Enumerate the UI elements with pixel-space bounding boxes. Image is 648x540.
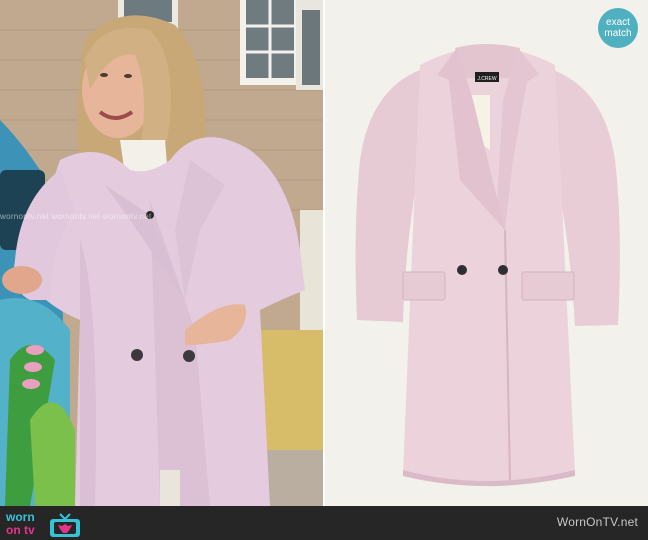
tv-icon [44, 512, 86, 538]
worn-on-tv-logo[interactable]: worn on tv [6, 510, 86, 538]
exact-match-badge: exact match [598, 8, 638, 48]
person-photo: wornontv.net wornontv.net wornontv.net [0, 0, 323, 506]
watermark-text: wornontv.net wornontv.net wornontv.net [0, 212, 152, 221]
coat-brand-label: J.CREW [477, 76, 496, 82]
footer-bar: worn on tv WornOnTV.net [0, 506, 648, 540]
logo-word-worn: worn [6, 510, 35, 524]
site-url[interactable]: WornOnTV.net [557, 515, 638, 529]
logo-word-on-tv: on tv [6, 523, 35, 537]
badge-line-1: exact [606, 17, 630, 28]
badge-line-2: match [604, 28, 632, 39]
person-photo-drawing [0, 0, 323, 506]
product-photo: J.CREW [325, 0, 648, 506]
coat-product-drawing: J.CREW [325, 0, 648, 506]
